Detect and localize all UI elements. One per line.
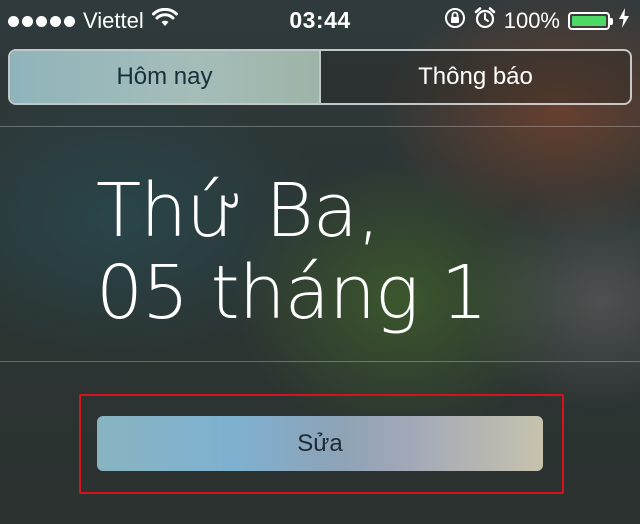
date-day-month: 05 tháng 1 <box>96 250 488 336</box>
battery-percent: 100% <box>503 8 560 33</box>
edit-button[interactable]: Sửa <box>97 416 543 471</box>
tab-notifications[interactable]: Thông báo <box>319 51 630 103</box>
view-segmented-control: Hôm nay Thông báo <box>8 49 632 105</box>
battery-fill <box>572 16 606 26</box>
date-weekday: Thứ Ba, <box>96 168 381 254</box>
battery-icon <box>568 12 613 30</box>
charging-icon <box>618 7 630 35</box>
tab-today-label: Hôm nay <box>116 63 213 90</box>
divider-bottom <box>0 361 640 362</box>
tab-today[interactable]: Hôm nay <box>10 51 319 103</box>
status-bar-right: 100% <box>444 7 630 35</box>
alarm-icon <box>474 7 496 35</box>
status-bar: Viettel 03:44 100% <box>0 0 640 40</box>
tab-notifications-label: Thông báo <box>418 63 533 90</box>
divider-top <box>0 126 640 127</box>
rotation-lock-icon <box>444 7 466 35</box>
